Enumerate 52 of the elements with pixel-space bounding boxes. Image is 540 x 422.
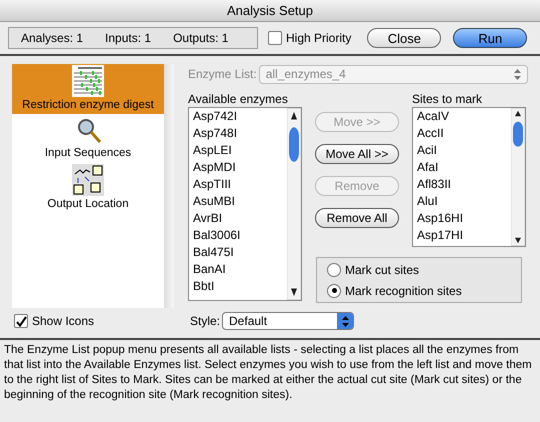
field-label: Enzyme List: <box>188 66 257 83</box>
list-item[interactable]: AsuMBI <box>193 193 287 210</box>
list-item[interactable]: Bal475I <box>193 244 287 261</box>
list-item[interactable]: AluI <box>417 193 511 210</box>
list-heading: Sites to mark <box>412 91 484 107</box>
list-item[interactable]: AspMDI <box>193 159 287 176</box>
radio-button[interactable] <box>327 262 341 276</box>
move-button[interactable]: Remove All <box>315 208 399 228</box>
radio-label: Mark recognition sites <box>345 282 462 300</box>
list-item[interactable]: AvrBI <box>193 210 287 227</box>
style-popup[interactable]: Default <box>222 312 354 330</box>
help-text: The Enzyme List popup menu presents all available lists - selecting a list places all the enzymes from that list into the Available Enzymes list. Select enzymes you wish to use from the left list and move them to the right list of Sites to Mark. Sites can be marked at either the actual cut site (Mark cut sites) or the beginning of the recognition site (Mark recognition sites). <box>4 343 533 403</box>
list-item[interactable]: Asp16HI <box>417 210 511 227</box>
radio-label: Mark cut sites <box>345 262 420 278</box>
list-item[interactable]: Afl83II <box>417 176 511 193</box>
list-item[interactable]: AcaIV <box>417 108 511 125</box>
list-item[interactable]: AspLEI <box>193 142 287 159</box>
sidebar-item-label: Input Sequences <box>44 146 132 162</box>
scrollbar[interactable] <box>511 108 525 246</box>
list-item[interactable]: Bal3006I <box>193 227 287 244</box>
sidebar-item-label: Restriction enzyme digest <box>22 98 154 113</box>
list-item[interactable]: AciI <box>417 142 511 159</box>
field-label: Style: <box>190 313 220 330</box>
radio-button[interactable] <box>327 284 341 298</box>
list-item[interactable]: AccII <box>417 125 511 142</box>
count-label: Inputs: 1 <box>105 30 152 47</box>
move-button[interactable]: Move All >> <box>315 144 399 164</box>
updown-arrows-icon <box>342 316 349 326</box>
list-item[interactable]: AfaI <box>417 159 511 176</box>
checkbox-label: Show Icons <box>32 313 94 330</box>
checkbox[interactable] <box>14 314 28 328</box>
list-item[interactable]: BanAI <box>193 261 287 278</box>
list-item[interactable]: Asp17HI <box>417 227 511 244</box>
checkmark-icon <box>16 316 26 326</box>
run-button[interactable]: Run <box>453 28 528 48</box>
sidebar-item-label: Output Location <box>47 196 129 212</box>
updown-arrows-icon <box>514 68 521 80</box>
close-button[interactable]: Close <box>367 28 442 48</box>
output-diagram-icon <box>72 164 104 196</box>
list-item[interactable]: Asp742I <box>193 108 287 125</box>
checkbox-label: High Priority <box>286 30 352 47</box>
count-label: Analyses: 1 <box>21 30 84 47</box>
restriction-map-icon <box>72 65 104 97</box>
sidebar-item[interactable]: Restriction enzyme digest <box>12 64 164 114</box>
window-title: Analysis Setup <box>227 2 313 20</box>
count-label: Outputs: 1 <box>173 30 228 47</box>
scrollbar[interactable] <box>287 108 301 300</box>
checkbox[interactable] <box>268 31 282 45</box>
list-item[interactable]: Asp748I <box>193 125 287 142</box>
list-heading: Available enzymes <box>188 91 289 107</box>
list-item[interactable]: AspTIII <box>193 176 287 193</box>
list-item[interactable]: BbtI <box>193 278 287 295</box>
